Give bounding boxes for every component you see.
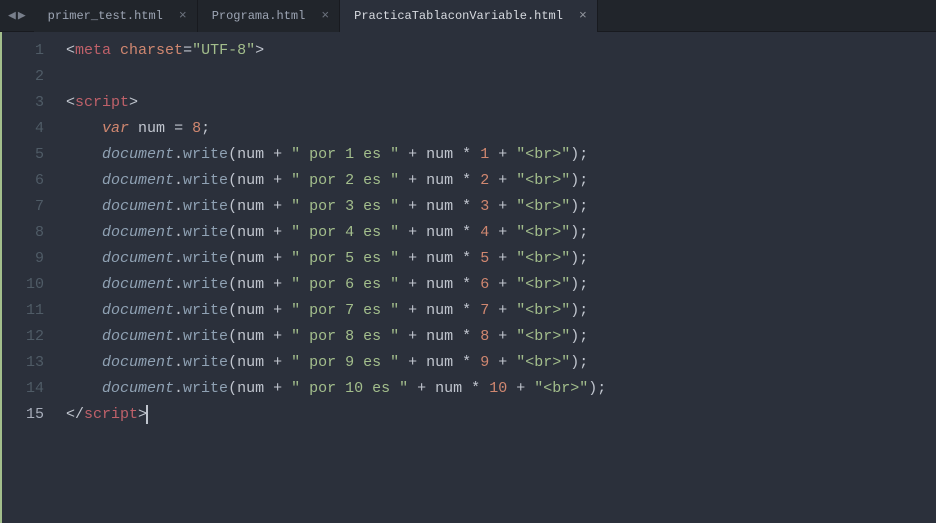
- tab-primer-test[interactable]: primer_test.html ×: [34, 0, 198, 32]
- code-line: document.write(num + " por 8 es " + num …: [66, 324, 936, 350]
- tab-label: PracticaTablaconVariable.html: [354, 9, 563, 23]
- line-number: 13: [2, 350, 44, 376]
- close-icon[interactable]: ×: [321, 8, 329, 23]
- code-line: var num = 8;: [66, 116, 936, 142]
- line-number: 4: [2, 116, 44, 142]
- editor-area: 123456789101112131415 <meta charset="UTF…: [0, 32, 936, 523]
- line-number: 5: [2, 142, 44, 168]
- code-line: document.write(num + " por 2 es " + num …: [66, 168, 936, 194]
- code-line: <meta charset="UTF-8">: [66, 38, 936, 64]
- code-line: document.write(num + " por 6 es " + num …: [66, 272, 936, 298]
- line-number: 12: [2, 324, 44, 350]
- tab-label: primer_test.html: [48, 9, 163, 23]
- tab-label: Programa.html: [212, 9, 306, 23]
- line-number: 11: [2, 298, 44, 324]
- code-line: document.write(num + " por 7 es " + num …: [66, 298, 936, 324]
- tab-bar: ◀ ▶ primer_test.html × Programa.html × P…: [0, 0, 936, 32]
- line-number: 9: [2, 246, 44, 272]
- tab-practica-tabla[interactable]: PracticaTablaconVariable.html ×: [340, 0, 598, 32]
- line-number: 14: [2, 376, 44, 402]
- code-editor[interactable]: <meta charset="UTF-8"> <script> var num …: [56, 32, 936, 523]
- code-line: document.write(num + " por 3 es " + num …: [66, 194, 936, 220]
- code-line: document.write(num + " por 5 es " + num …: [66, 246, 936, 272]
- line-number: 1: [2, 38, 44, 64]
- nav-forward-icon[interactable]: ▶: [18, 8, 26, 23]
- tab-programa[interactable]: Programa.html ×: [198, 0, 340, 32]
- close-icon[interactable]: ×: [579, 8, 587, 23]
- text-cursor: [146, 405, 148, 424]
- line-number-gutter: 123456789101112131415: [0, 32, 56, 523]
- code-line: document.write(num + " por 1 es " + num …: [66, 142, 936, 168]
- close-icon[interactable]: ×: [179, 8, 187, 23]
- code-line: </script>: [66, 402, 936, 428]
- line-number: 10: [2, 272, 44, 298]
- tab-nav-arrows: ◀ ▶: [0, 8, 34, 23]
- code-line: <script>: [66, 90, 936, 116]
- line-number: 7: [2, 194, 44, 220]
- line-number: 6: [2, 168, 44, 194]
- code-line: document.write(num + " por 10 es " + num…: [66, 376, 936, 402]
- line-number: 3: [2, 90, 44, 116]
- line-number: 2: [2, 64, 44, 90]
- line-number: 15: [2, 402, 44, 428]
- code-line: [66, 64, 936, 90]
- code-line: document.write(num + " por 4 es " + num …: [66, 220, 936, 246]
- line-number: 8: [2, 220, 44, 246]
- nav-back-icon[interactable]: ◀: [8, 8, 16, 23]
- code-line: document.write(num + " por 9 es " + num …: [66, 350, 936, 376]
